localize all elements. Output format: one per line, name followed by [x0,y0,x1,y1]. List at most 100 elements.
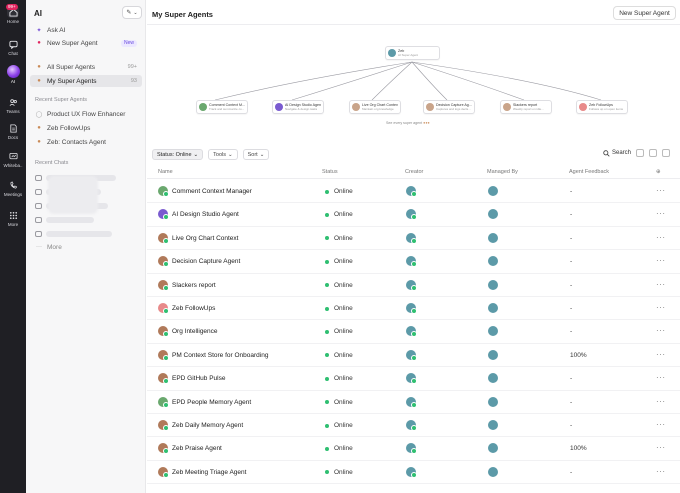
table-row[interactable]: Zeb Praise Agent Online 100% ··· [147,437,680,461]
row-more-icon[interactable]: ··· [656,467,666,476]
grid-view-icon[interactable] [649,149,658,157]
row-more-icon[interactable]: ··· [656,326,666,335]
search-button[interactable]: Search [603,149,631,157]
sidebar-item-ask-ai[interactable]: ✦ Ask AI [30,24,142,36]
org-node[interactable]: Zeb FollowUps Follows up on open items [576,100,628,114]
sidebar-item-all-super-agents[interactable]: ● All Super Agents 99+ [30,61,142,73]
row-more-icon[interactable]: ··· [656,443,666,452]
creator-avatar[interactable] [406,396,417,408]
agent-name[interactable]: PM Context Store for Onboarding [172,352,268,359]
column-name[interactable]: Name [158,169,173,175]
table-row[interactable]: Zeb FollowUps Online - ··· [147,297,680,321]
tools-dropdown[interactable]: Tools ⌄ [208,149,238,160]
row-more-icon[interactable]: ··· [656,303,666,312]
creator-avatar[interactable] [406,256,417,268]
rail-ai[interactable]: AI [0,65,26,84]
column-agent-feedback[interactable]: Agent Feedback [569,169,609,175]
sidebar-item-my-super-agents[interactable]: ● My Super Agents 93 [30,75,142,87]
agent-name[interactable]: Zeb FollowUps [172,305,215,312]
recent-chat-item[interactable] [30,228,142,240]
rail-chat[interactable]: Chat [0,38,26,56]
rail-meetings[interactable]: Meetings [0,179,26,197]
managed-by-avatar[interactable] [488,373,498,384]
agent-name[interactable]: EPD People Memory Agent [172,399,251,406]
recent-agent-item[interactable]: ◯ Product UX Flow Enhancer [30,108,142,120]
row-more-icon[interactable]: ··· [656,233,666,242]
row-more-icon[interactable]: ··· [656,280,666,289]
agent-name[interactable]: AI Design Studio Agent [172,211,239,218]
org-node[interactable]: AI Design Studio Agent Navigate & design … [272,100,324,114]
agent-name[interactable]: Zeb Daily Memory Agent [172,422,243,429]
new-super-agent-button[interactable]: New Super Agent [613,6,676,20]
sort-dropdown[interactable]: Sort ⌄ [242,149,270,160]
creator-avatar[interactable] [406,373,417,385]
agent-name[interactable]: Live Org Chart Context [172,235,238,242]
creator-avatar[interactable] [406,186,417,197]
table-row[interactable]: EPD GitHub Pulse Online - ··· [147,367,680,391]
column-status[interactable]: Status [322,169,338,175]
rail-home[interactable]: 99+ Home [0,4,26,24]
managed-by-avatar[interactable] [488,326,498,337]
compose-button[interactable]: ✎ ⌄ [122,6,142,19]
table-row[interactable]: Org Intelligence Online - ··· [147,320,680,344]
agent-name[interactable]: Slackers report [172,282,216,289]
managed-by-avatar[interactable] [488,349,498,360]
managed-by-avatar[interactable] [488,420,498,430]
rail-teams[interactable]: Teams [0,96,26,114]
rail-more[interactable]: More [0,209,26,227]
agent-name[interactable]: EPD GitHub Pulse [172,375,225,382]
table-row[interactable]: Decision Capture Agent Online - ··· [147,250,680,274]
creator-avatar[interactable] [406,326,417,338]
managed-by-avatar[interactable] [488,279,498,290]
creator-avatar[interactable] [406,466,417,478]
managed-by-avatar[interactable] [488,396,498,407]
org-node-root[interactable]: Zeb AI Super Agent [385,46,440,60]
rail-docs[interactable]: Docs [0,122,26,140]
status-filter[interactable]: Status: Online ⌄ [152,149,204,160]
agent-name[interactable]: Zeb Meeting Triage Agent [172,469,246,476]
org-node[interactable]: Live Org Chart Context Maintain org knowl… [349,100,401,114]
recent-agent-item[interactable]: ● Zeb FollowUps [30,122,142,134]
org-chart[interactable]: Zeb AI Super Agent Comment Context M... Tr… [147,25,680,142]
org-node[interactable]: Decision Capture Ag... Captures and logs … [423,100,475,114]
row-more-icon[interactable]: ··· [656,350,666,359]
managed-by-avatar[interactable] [488,443,498,454]
creator-avatar[interactable] [406,420,417,431]
table-row[interactable]: PM Context Store for Onboarding Online 100… [147,344,680,368]
row-more-icon[interactable]: ··· [656,209,666,218]
table-row[interactable]: Comment Context Manager Online - ··· [147,180,680,204]
managed-by-avatar[interactable] [488,256,498,267]
creator-avatar[interactable] [406,303,417,314]
org-view-icon[interactable] [662,149,671,157]
table-row[interactable]: Slackers report Online - ··· [147,274,680,297]
creator-avatar[interactable] [406,279,417,291]
table-row[interactable]: Zeb Daily Memory Agent Online - ··· [147,414,680,438]
row-more-icon[interactable]: ··· [656,256,666,265]
list-view-icon[interactable] [636,149,645,157]
org-node[interactable]: Comment Context M... Track and summarize … [196,100,248,114]
org-node[interactable]: Slackers report Weekly report on idle... [500,100,552,114]
table-row[interactable]: Zeb Meeting Triage Agent Online - ··· [147,461,680,485]
agent-name[interactable]: Comment Context Manager [172,188,252,195]
row-more-icon[interactable]: ··· [656,420,666,429]
recent-chat-item[interactable] [30,214,142,226]
column-creator[interactable]: Creator [405,169,423,175]
creator-avatar[interactable] [406,349,417,361]
managed-by-avatar[interactable] [488,303,498,313]
recent-agent-item[interactable]: ● Zeb: Contacts Agent [30,136,142,148]
creator-avatar[interactable] [406,209,417,221]
rail-whiteboard[interactable]: Whiteba.. [0,150,26,168]
table-row[interactable]: AI Design Studio Agent Online - ··· [147,203,680,227]
managed-by-avatar[interactable] [488,232,498,243]
managed-by-avatar[interactable] [488,186,498,196]
row-more-icon[interactable]: ··· [656,397,666,406]
add-column-icon[interactable]: ⊕ [656,169,661,175]
row-more-icon[interactable]: ··· [656,373,666,382]
table-row[interactable]: EPD People Memory Agent Online - ··· [147,391,680,414]
agent-name[interactable]: Org Intelligence [172,328,218,335]
agent-name[interactable]: Decision Capture Agent [172,258,240,265]
row-more-icon[interactable]: ··· [656,186,666,195]
table-row[interactable]: Live Org Chart Context Online - ··· [147,227,680,251]
creator-avatar[interactable] [406,443,417,455]
managed-by-avatar[interactable] [488,209,498,220]
